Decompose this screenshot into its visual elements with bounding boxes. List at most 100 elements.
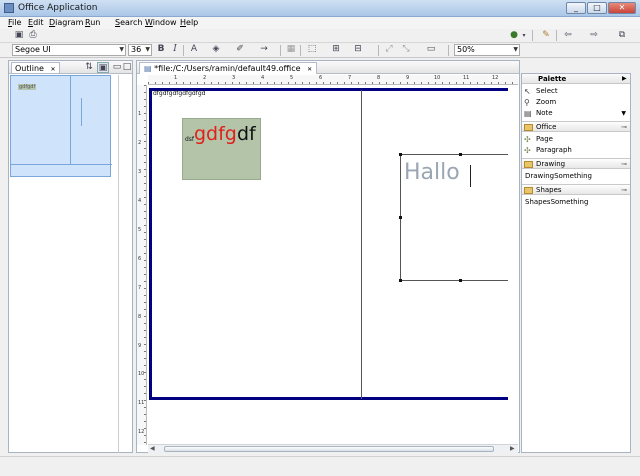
palette-select-tool[interactable]: ↖ Select [522, 86, 630, 97]
palette-drawer-drawing[interactable]: Drawing ⊸ [522, 158, 630, 169]
sort-icon[interactable]: ⇅ [83, 62, 95, 73]
maximize-view-icon[interactable]: □ [121, 62, 133, 73]
hallo-text-box[interactable]: Hallo [400, 154, 508, 281]
selection-handle[interactable] [399, 153, 402, 156]
page-divider [361, 90, 362, 399]
diagram-canvas[interactable]: dfgdfgdfgdfgdfgd dsf gdfg df Hallo [148, 86, 508, 444]
copy-appearance-icon[interactable]: ▦ [285, 44, 297, 55]
arrange-icon[interactable]: ⊞ [330, 44, 342, 55]
menu-file[interactable]: File [8, 18, 21, 27]
tab-outline[interactable]: Outline ✕ [11, 62, 60, 73]
selection-handle[interactable] [399, 279, 402, 282]
toolbar-separator [378, 45, 379, 56]
line-color-icon[interactable]: ✐ [234, 44, 246, 55]
folder-icon [524, 161, 533, 168]
ruler-label: 2 [203, 75, 207, 81]
ruler-label: 5 [290, 75, 294, 81]
hallo-text[interactable]: Hallo [404, 160, 460, 185]
palette-zoom-tool[interactable]: ⚲ Zoom [522, 97, 630, 108]
palette-note-tool[interactable]: ▤ Note ▼ [522, 108, 630, 119]
arrow-icon: ↖ [524, 87, 531, 96]
ruler-label: 8 [138, 314, 142, 320]
palette-drawer-shapes[interactable]: Shapes ⊸ [522, 184, 630, 195]
scroll-left-icon[interactable]: ◀ [150, 445, 155, 452]
pin-icon[interactable]: ⊸ [621, 122, 627, 133]
minimize-button[interactable]: _ [566, 2, 586, 14]
palette-drawer-office[interactable]: Office ⊸ [522, 121, 630, 132]
save-icon[interactable]: ▣ [13, 30, 25, 41]
zoom-value: 50% [457, 45, 475, 54]
scroll-right-icon[interactable]: ▶ [510, 445, 515, 452]
tab-default49[interactable]: ▤ *file:/C:/Users/ramin/default49.office… [139, 62, 318, 74]
font-color-icon[interactable]: A [188, 44, 200, 55]
zoom-select[interactable]: 50% ▼ [454, 44, 520, 56]
app-icon [4, 3, 14, 13]
drawer-label: Shapes [536, 186, 562, 194]
format-toolbar: Segoe UI ▼ 36 ▼ B I A ◈ ✐ → ▦ ⬚ ⊞ ⊟ ⤢ ⤡ … [0, 43, 640, 58]
select-icon[interactable]: ⬚ [306, 44, 318, 55]
maximize-button[interactable]: □ [587, 2, 607, 14]
menu-window[interactable]: Window [145, 18, 177, 27]
menu-edit[interactable]: Edit [28, 18, 44, 27]
run-dropdown-icon[interactable]: ▾ [518, 30, 530, 41]
ruler-label: 10 [138, 371, 145, 377]
menu-search[interactable]: Search [115, 18, 142, 27]
menu-help[interactable]: Help [180, 18, 198, 27]
chevron-down-icon[interactable]: ▼ [621, 108, 626, 119]
palette-drawing-item[interactable]: DrawingSomething [522, 171, 630, 182]
horizontal-scrollbar[interactable]: ◀ ▶ [148, 444, 518, 453]
ruler-label: 11 [138, 400, 145, 406]
palette-shapes-item[interactable]: ShapesSomething [522, 197, 630, 208]
print-icon[interactable]: ⎙ [27, 30, 39, 41]
italic-button[interactable]: I [169, 44, 181, 55]
file-icon: ▤ [144, 64, 152, 73]
grid-icon[interactable]: ▭ [425, 44, 437, 55]
ruler-label: 5 [138, 227, 142, 233]
palette-paragraph-tool[interactable]: ✣ Paragraph [522, 145, 630, 156]
selection-handle[interactable] [399, 216, 402, 219]
toolbar-separator [280, 45, 281, 56]
chevron-down-icon: ▼ [119, 46, 124, 53]
align-icon[interactable]: ⊟ [352, 44, 364, 55]
font-size-select[interactable]: 36 ▼ [128, 44, 152, 56]
paragraph-box[interactable]: dsf gdfg df [182, 118, 261, 180]
scrollbar-thumb[interactable] [164, 446, 494, 452]
toolbar-separator [448, 45, 449, 56]
palette-item-label: Select [536, 87, 558, 95]
bold-button[interactable]: B [155, 44, 167, 55]
close-icon[interactable]: ✕ [307, 66, 312, 73]
palette-header[interactable]: Palette ▶ [522, 74, 630, 84]
arrow-style-icon[interactable]: → [258, 44, 270, 55]
auto-size-icon[interactable]: ⤢ [383, 44, 395, 55]
close-icon[interactable]: ✕ [51, 66, 56, 73]
drawer-label: Drawing [536, 160, 566, 168]
palette-page-tool[interactable]: ✣ Page [522, 134, 630, 145]
overview-icon[interactable]: ▣ [97, 62, 109, 73]
back-icon[interactable]: ⇦ [562, 30, 574, 41]
selection-handle[interactable] [459, 153, 462, 156]
pin-icon[interactable]: ⊸ [621, 185, 627, 196]
menu-diagram[interactable]: Diagram [49, 18, 83, 27]
toolbar-separator [183, 45, 184, 56]
palette-item-label: Paragraph [536, 146, 572, 154]
pin-icon[interactable]: ✎ [540, 30, 552, 41]
restore-icon[interactable]: ⧉ [616, 30, 628, 41]
close-button[interactable]: ✕ [608, 2, 636, 14]
ruler-label: 8 [377, 75, 381, 81]
forward-icon[interactable]: ⇨ [588, 30, 600, 41]
outline-thumbnail[interactable]: gdfgdf [10, 75, 112, 177]
fill-color-icon[interactable]: ◈ [210, 44, 222, 55]
box-red-text: gdfg [194, 123, 237, 145]
selection-handle[interactable] [459, 279, 462, 282]
window-title: Office Application [18, 3, 98, 13]
pin-icon[interactable]: ⊸ [621, 159, 627, 170]
page-text[interactable]: dfgdfgdfgdfgdfgd [153, 90, 205, 97]
ruler-label: 1 [138, 111, 142, 117]
menu-run[interactable]: Run [85, 18, 100, 27]
collapse-arrow-icon[interactable]: ▶ [622, 74, 627, 84]
ruler-label: 4 [138, 198, 142, 204]
link-icon[interactable]: ⤡ [400, 44, 412, 55]
font-family-select[interactable]: Segoe UI ▼ [12, 44, 126, 56]
thumb-bottom-line [11, 164, 112, 165]
toolbar-separator [300, 45, 301, 56]
